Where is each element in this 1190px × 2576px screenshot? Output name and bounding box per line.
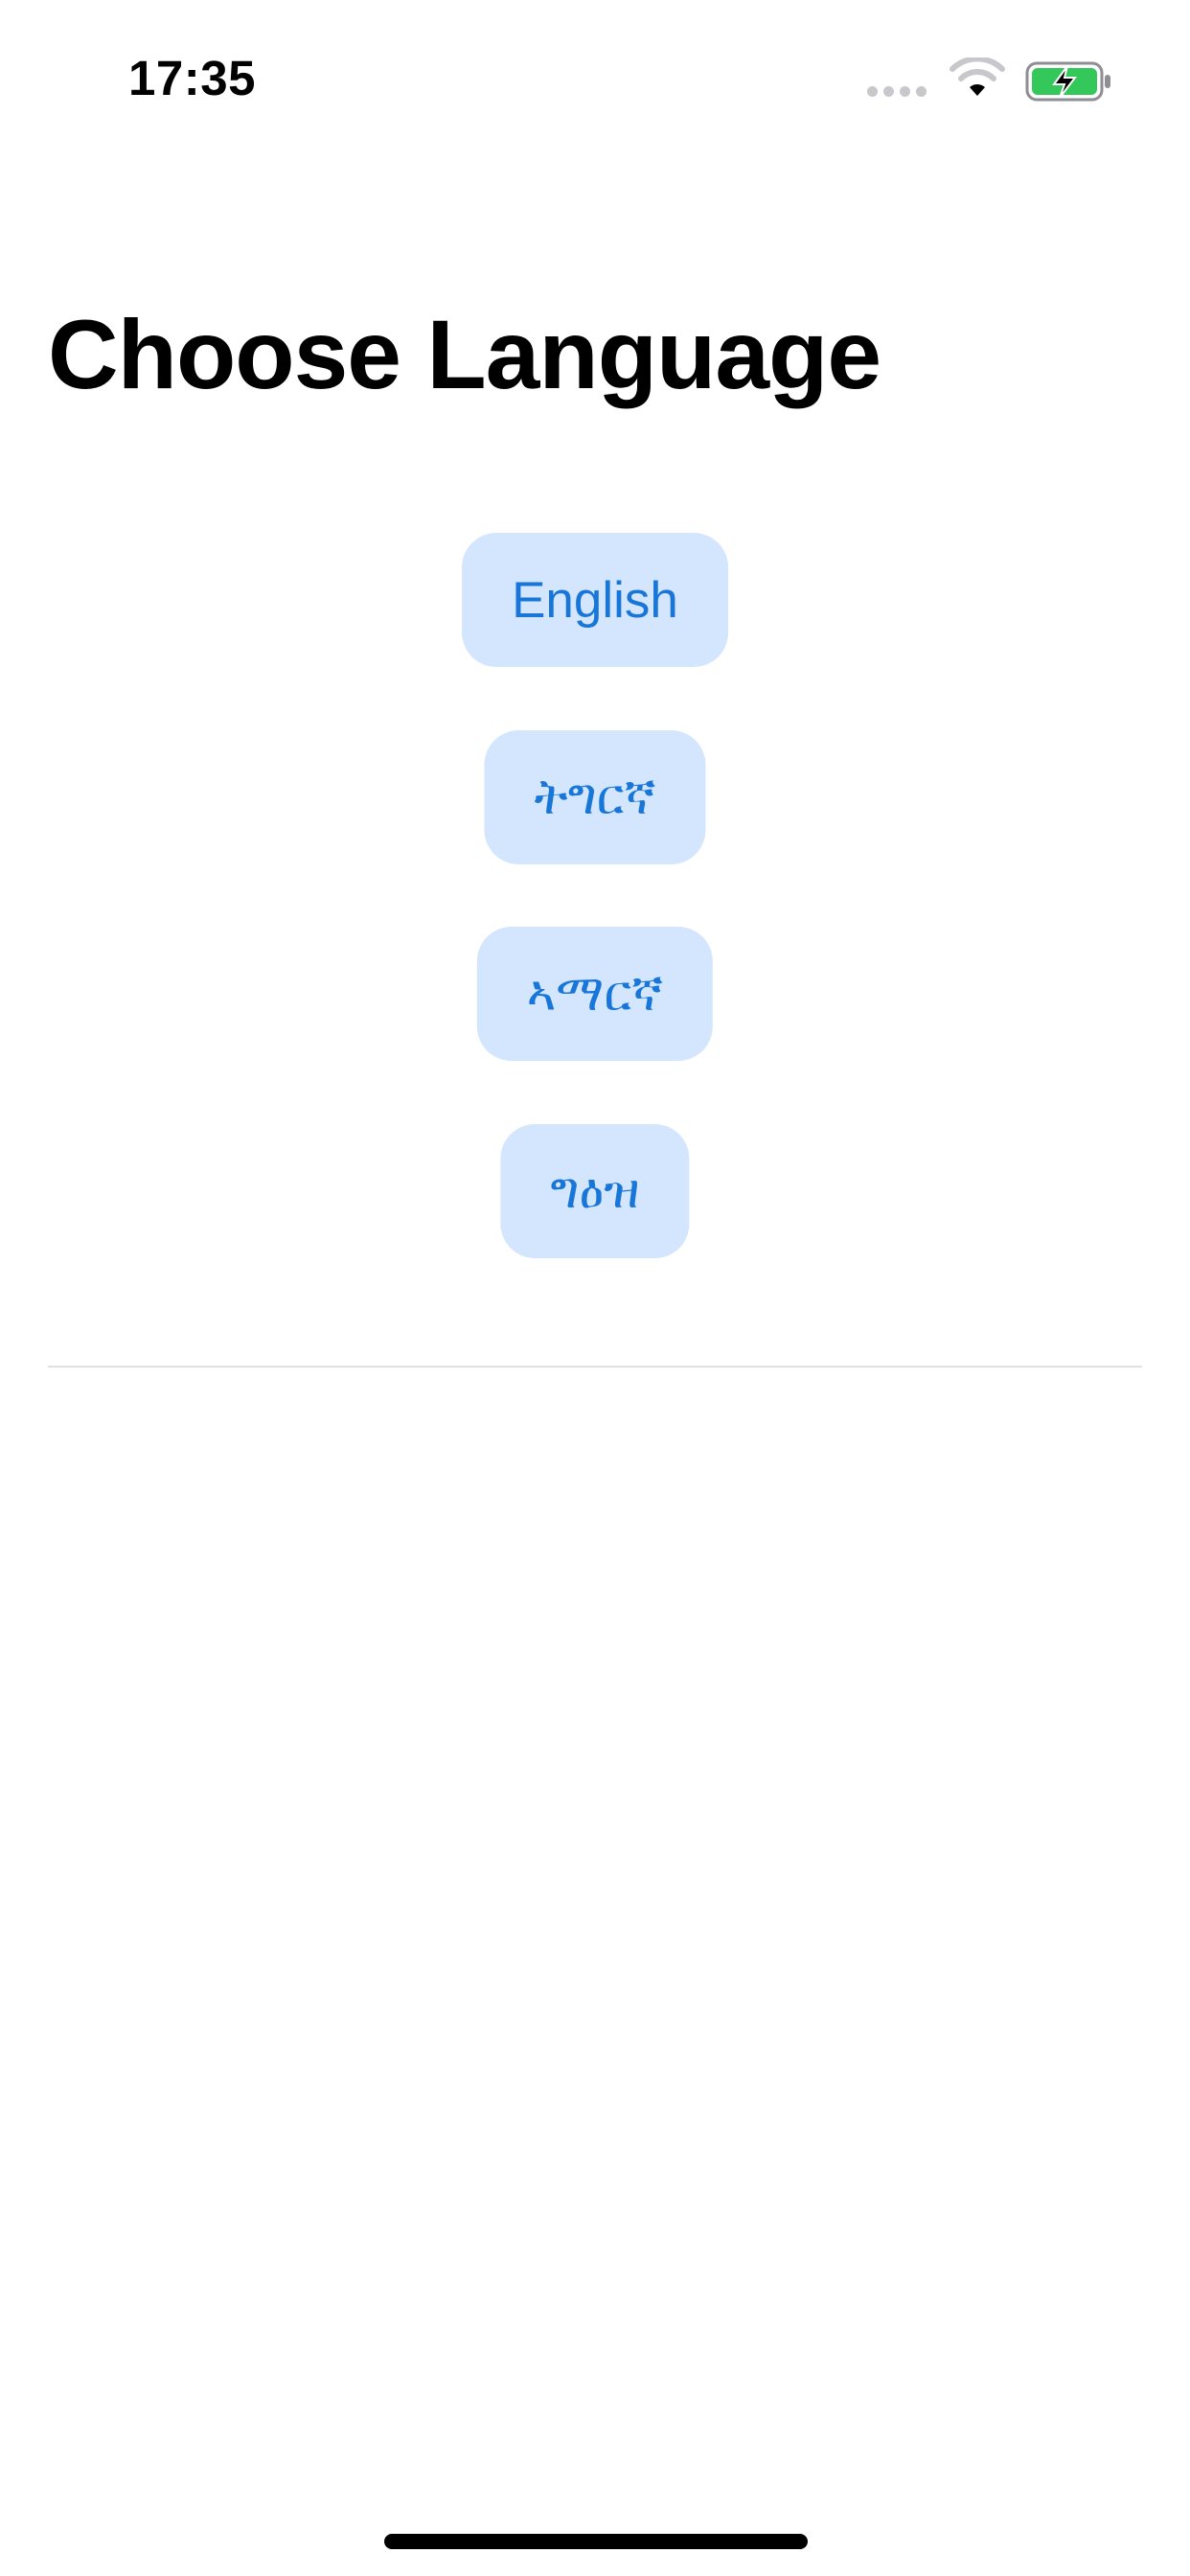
language-button-amharic[interactable]: ኣማርኛ: [476, 927, 714, 1061]
language-button-geez[interactable]: ግዕዝ: [500, 1124, 690, 1258]
page-title: Choose Language: [48, 300, 881, 409]
status-time: 17:35: [128, 51, 256, 105]
language-button-tigrinya[interactable]: ትግርኛ: [484, 730, 706, 864]
signal-dots-icon: [867, 86, 927, 97]
divider: [48, 1366, 1142, 1368]
status-bar: 17:35: [0, 0, 1190, 144]
battery-charging-icon: [1025, 61, 1110, 102]
language-button-english[interactable]: English: [462, 533, 728, 667]
wifi-icon: [950, 58, 1005, 96]
home-indicator[interactable]: [384, 2534, 808, 2549]
